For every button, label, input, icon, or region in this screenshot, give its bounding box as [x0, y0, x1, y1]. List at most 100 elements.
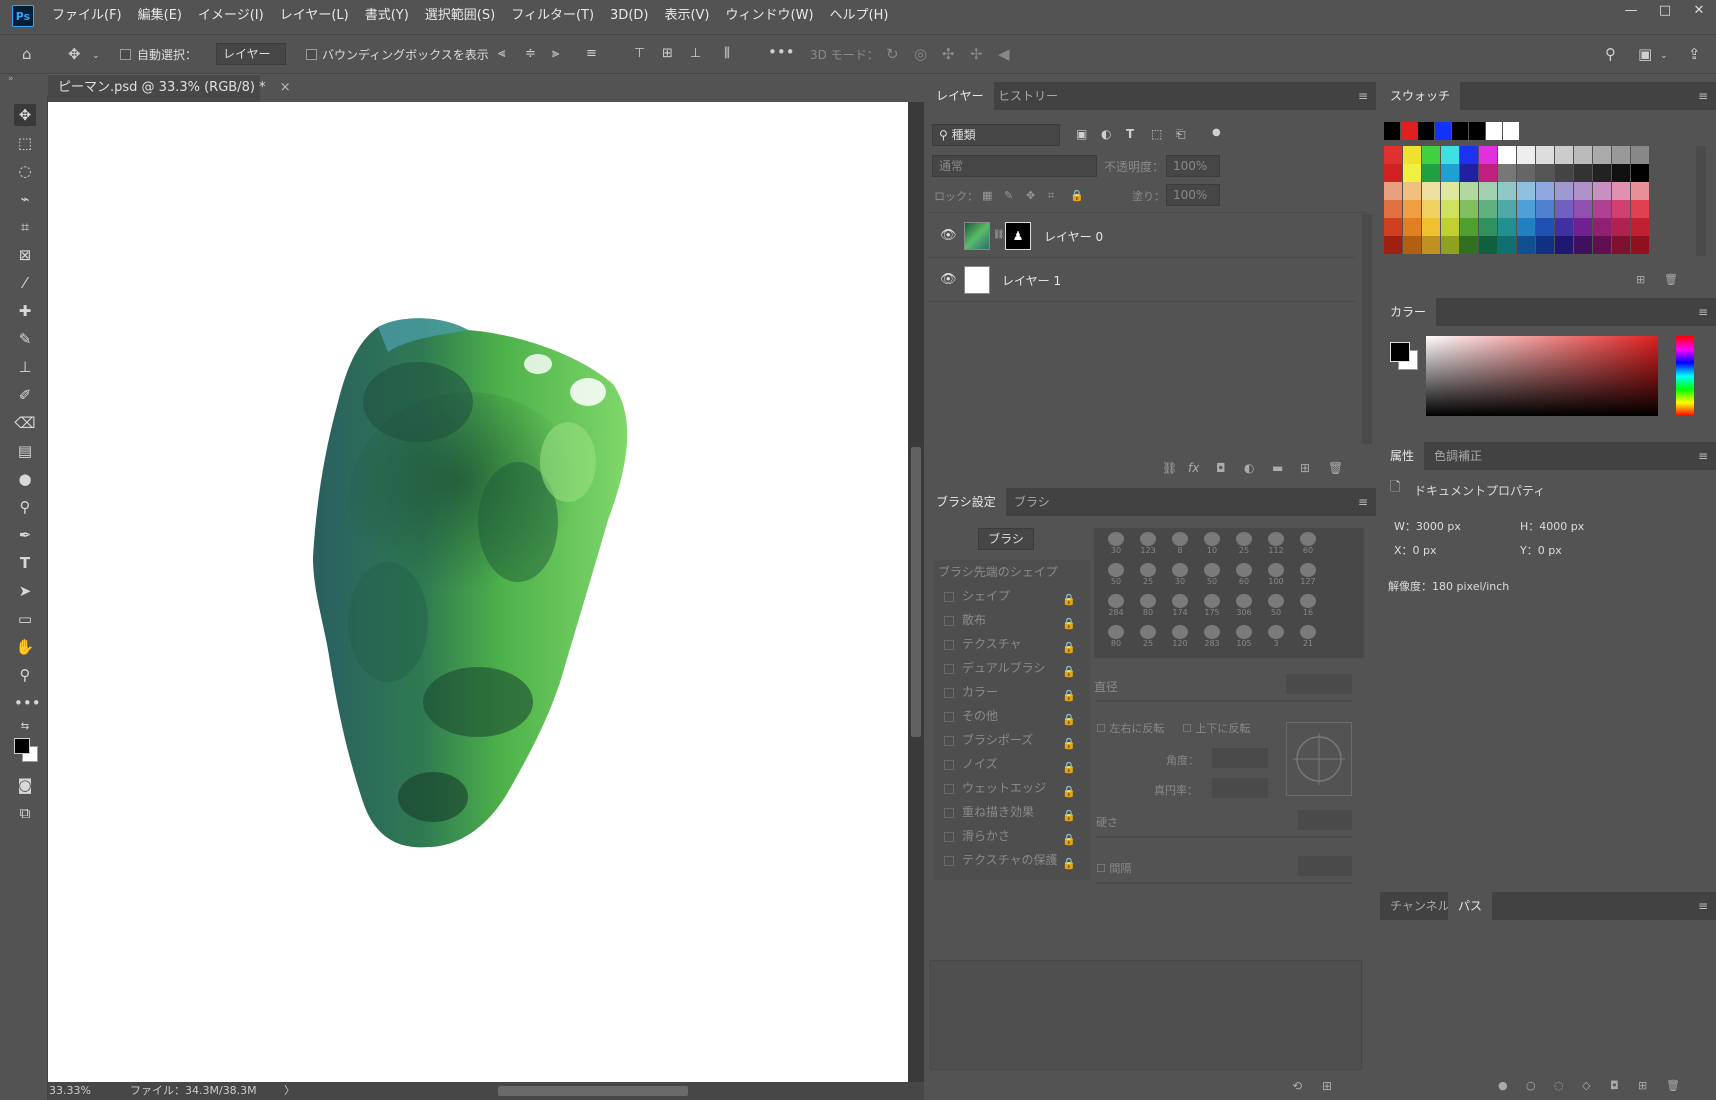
align-middle-icon[interactable]: ⊞	[662, 46, 673, 62]
color-swatch[interactable]	[1460, 200, 1479, 218]
color-swatch[interactable]	[1384, 146, 1403, 164]
color-swatch[interactable]	[1536, 164, 1555, 182]
flip-y-checkbox[interactable]: ☐ 上下に反転	[1182, 720, 1250, 736]
color-swatch[interactable]	[1479, 182, 1498, 200]
auto-select-checkbox[interactable]	[120, 49, 131, 60]
3d-orbit-icon[interactable]: ↻	[886, 46, 899, 62]
zoom-level[interactable]: 33.33%	[48, 1082, 92, 1100]
menu-layer[interactable]: レイヤー(L)	[272, 0, 357, 32]
menu-edit[interactable]: 編集(E)	[130, 0, 190, 32]
color-swatch[interactable]	[1536, 146, 1555, 164]
brush-option-item[interactable]: 散布 🔒	[934, 608, 1080, 632]
brush-tip-preset[interactable]: 50	[1262, 594, 1290, 622]
flip-x-checkbox[interactable]: ☐ 左右に反転	[1096, 720, 1164, 736]
brush-tip-preset[interactable]: 3	[1262, 625, 1290, 653]
hand-tool-icon[interactable]: ✋	[14, 636, 36, 658]
brush-tip-preset[interactable]: 25	[1134, 625, 1162, 653]
quick-mask-icon[interactable]: ◙	[14, 774, 36, 796]
color-swatch[interactable]	[1441, 146, 1460, 164]
eyedropper-tool-icon[interactable]: ⁄	[14, 272, 36, 294]
color-swatch[interactable]	[1384, 200, 1403, 218]
color-swatch[interactable]	[1631, 146, 1650, 164]
color-swatch[interactable]	[1555, 236, 1574, 254]
recent-swatch[interactable]	[1384, 122, 1401, 140]
swatches-scrollbar[interactable]	[1696, 146, 1706, 256]
layer-row-1[interactable]: 👁 レイヤー 1	[926, 258, 1356, 302]
brush-tip-preset[interactable]: 112	[1262, 532, 1290, 560]
fill-path-icon[interactable]: ●	[1498, 1078, 1508, 1094]
brush-option-item[interactable]: 重ね描き効果 🔒	[934, 800, 1080, 824]
layers-scrollbar[interactable]	[1362, 214, 1372, 444]
color-swatch[interactable]	[1422, 164, 1441, 182]
layer-name[interactable]: レイヤー 1	[1002, 272, 1061, 289]
color-swatch[interactable]	[1403, 164, 1422, 182]
hue-slider[interactable]	[1676, 336, 1694, 416]
foreground-color-swatch[interactable]	[1390, 342, 1410, 362]
brush-option-item[interactable]: その他 🔒	[934, 704, 1080, 728]
lock-artboard-icon[interactable]: ⌗	[1048, 188, 1054, 204]
brush-option-item[interactable]: シェイプ 🔒	[934, 584, 1080, 608]
stroke-path-icon[interactable]: ○	[1526, 1078, 1536, 1094]
marquee-tool-icon[interactable]: ⬚	[14, 132, 36, 154]
color-swatch[interactable]	[1422, 218, 1441, 236]
color-swatch[interactable]	[1384, 182, 1403, 200]
brush-option-checkbox[interactable]	[944, 807, 954, 818]
filter-toggle-icon[interactable]: ●	[1212, 125, 1221, 141]
menu-filter[interactable]: フィルター(T)	[503, 0, 602, 32]
tab-paths[interactable]: パス	[1448, 892, 1493, 920]
recent-swatch[interactable]	[1503, 122, 1520, 140]
brush-tip-preset[interactable]: 16	[1294, 594, 1322, 622]
menu-select[interactable]: 選択範囲(S)	[417, 0, 503, 32]
hardness-field[interactable]	[1298, 810, 1352, 830]
menu-type[interactable]: 書式(Y)	[357, 0, 417, 32]
share-icon[interactable]: ⇪	[1688, 46, 1701, 62]
color-swatch[interactable]	[1593, 200, 1612, 218]
brush-tip-preset[interactable]: 60	[1294, 532, 1322, 560]
color-swatch[interactable]	[1403, 236, 1422, 254]
history-brush-tool-icon[interactable]: ✐	[14, 384, 36, 406]
panel-menu-icon[interactable]: ≡	[1698, 449, 1708, 463]
color-swatch[interactable]	[1460, 236, 1479, 254]
color-swatch[interactable]	[1422, 200, 1441, 218]
filter-adjustment-icon[interactable]: ◐	[1101, 126, 1111, 142]
filter-type-icon[interactable]: T	[1126, 126, 1134, 142]
spacing-field[interactable]	[1298, 856, 1352, 876]
color-swatch[interactable]	[1555, 200, 1574, 218]
diameter-field[interactable]	[1286, 674, 1352, 694]
brush-tip-preset[interactable]: 284	[1102, 594, 1130, 622]
path-select-tool-icon[interactable]: ➤	[14, 580, 36, 602]
color-swatch[interactable]	[1517, 164, 1536, 182]
angle-field[interactable]	[1212, 748, 1268, 768]
color-swatch[interactable]	[1612, 200, 1631, 218]
color-swatch[interactable]	[1574, 218, 1593, 236]
color-swatch[interactable]	[1612, 236, 1631, 254]
document-canvas[interactable]	[48, 102, 908, 1082]
lock-paint-icon[interactable]: ✎	[1004, 188, 1013, 204]
filter-pixel-icon[interactable]: ▣	[1076, 126, 1087, 142]
healing-brush-tool-icon[interactable]: ✚	[14, 300, 36, 322]
brush-tip-preset[interactable]: 80	[1102, 625, 1130, 653]
color-swatch[interactable]	[1517, 200, 1536, 218]
type-tool-icon[interactable]: T	[14, 552, 36, 574]
search-icon[interactable]: ⚲	[1605, 46, 1616, 62]
color-swatch[interactable]	[1631, 218, 1650, 236]
more-tools-icon[interactable]: •••	[14, 692, 41, 714]
new-layer-icon[interactable]: ⊞	[1300, 460, 1310, 476]
fill-field[interactable]: 100%	[1166, 184, 1220, 206]
color-swatch[interactable]	[1441, 164, 1460, 182]
visibility-eye-icon[interactable]: 👁	[940, 228, 957, 243]
brush-tip-preset[interactable]: 174	[1166, 594, 1194, 622]
color-swatch[interactable]	[1384, 164, 1403, 182]
rectangle-tool-icon[interactable]: ▭	[14, 608, 36, 630]
brush-tips-grid[interactable]: 30 123 8 10 25 112 60 50 25 30 50 60 100 127 284 80 174 1…	[1094, 528, 1364, 658]
color-swatch[interactable]	[1479, 236, 1498, 254]
color-swatch[interactable]	[1479, 164, 1498, 182]
color-swatch[interactable]	[1422, 182, 1441, 200]
panel-menu-icon[interactable]: ≡	[1698, 89, 1708, 103]
tab-history[interactable]: ヒストリー	[988, 82, 1068, 110]
align-center-icon[interactable]: ≑	[525, 46, 536, 62]
brush-option-item[interactable]: カラー 🔒	[934, 680, 1080, 704]
panel-menu-icon[interactable]: ≡	[1358, 495, 1368, 509]
color-swatch[interactable]	[1403, 218, 1422, 236]
filter-smart-object-icon[interactable]: ⎗	[1176, 126, 1186, 142]
